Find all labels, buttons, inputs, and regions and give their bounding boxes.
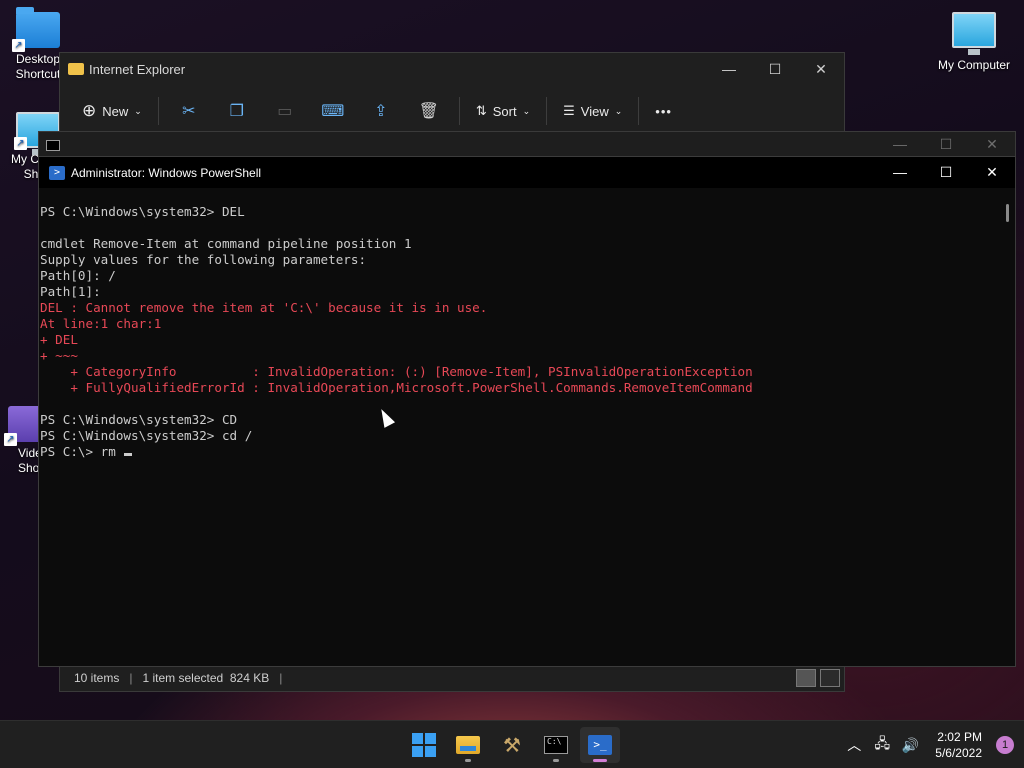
powershell-titlebar[interactable]: > Administrator: Windows PowerShell — ☐ …	[39, 157, 1015, 188]
my-computer-icon[interactable]: My Computer	[936, 12, 1012, 73]
selection-info: 1 item selected 824 KB	[142, 671, 270, 685]
text-cursor	[124, 453, 133, 456]
volume-icon[interactable]: 🔊	[901, 737, 919, 754]
console-scrollbar[interactable]	[999, 188, 1015, 666]
chevron-down-icon: ⌄	[614, 105, 623, 116]
toolbar-divider	[638, 97, 640, 125]
toolbar-divider	[458, 97, 460, 125]
console-line: PS C:\Windows\system32> CD	[40, 412, 238, 427]
clock-time: 2:02 PM	[937, 730, 982, 744]
copy-icon[interactable]: ❐	[223, 95, 251, 127]
close-button[interactable]: ✕	[969, 164, 1015, 181]
more-icon: •••	[655, 103, 672, 119]
shortcut-arrow-icon: ↗	[12, 39, 25, 52]
taskbar-command-prompt[interactable]: C:\	[536, 727, 576, 763]
console-error-line: At line:1 char:1	[40, 316, 162, 331]
command-prompt-icon: C:\	[544, 736, 568, 754]
delete-icon[interactable]: 🗑	[415, 95, 443, 127]
sort-button[interactable]: ⇅ Sort ⌄	[466, 95, 540, 127]
folder-icon	[68, 63, 84, 75]
folder-icon: ↗	[12, 7, 60, 52]
monitor-icon	[952, 12, 996, 55]
powershell-icon: >_	[588, 735, 612, 755]
chevron-up-icon[interactable]: ︿	[845, 735, 863, 755]
shortcut-arrow-icon: ↗	[4, 433, 17, 446]
chevron-down-icon: ⌄	[522, 105, 531, 116]
paste-icon[interactable]: ▭	[271, 95, 299, 127]
desktop-icon-label: My Computer	[937, 58, 1011, 72]
system-tray: ︿ 🖧 🔊 2:02 PM 5/6/2022 1	[845, 721, 1014, 768]
rename-icon[interactable]: ⌨	[319, 95, 347, 127]
maximize-button[interactable]: ☐	[752, 61, 798, 78]
console-line: cmdlet Remove-Item at command pipeline p…	[40, 236, 412, 251]
minimize-button[interactable]: —	[877, 164, 923, 181]
sort-button-label: Sort	[492, 103, 517, 119]
console-error-line: + DEL	[40, 332, 78, 347]
explorer-toolbar: ⊕ New ⌄ ✂ ❐ ▭ ⌨ ⇪ 🗑 ⇅ Sort ⌄ ☰ View ⌄ ••…	[60, 85, 844, 137]
console-error-line: + ~~~	[40, 348, 78, 363]
command-prompt-icon	[46, 140, 60, 151]
console-output[interactable]: PS C:\Windows\system32> DEL cmdlet Remove…	[39, 188, 999, 666]
new-button-label: New	[102, 103, 129, 119]
console-line: PS C:\Windows\system32> DEL	[40, 204, 245, 219]
explorer-titlebar[interactable]: Internet Explorer — ☐ ✕	[60, 53, 844, 85]
powershell-window[interactable]: > Administrator: Windows PowerShell — ☐ …	[38, 156, 1016, 667]
maximize-button[interactable]: ☐	[923, 164, 969, 181]
console-error-line: + FullyQualifiedErrorId : InvalidOperati…	[40, 380, 753, 395]
console-line: PS C:\Windows\system32> cd /	[40, 428, 253, 443]
plus-circle-icon: ⊕	[82, 101, 97, 120]
new-button[interactable]: ⊕ New ⌄	[72, 95, 152, 127]
minimize-button[interactable]: —	[706, 61, 752, 78]
status-separator: |	[279, 671, 283, 685]
windows-logo-icon	[412, 733, 436, 757]
powershell-title: Administrator: Windows PowerShell	[71, 165, 262, 180]
toolbar-divider	[546, 97, 548, 125]
share-icon[interactable]: ⇪	[367, 95, 395, 127]
tools-icon: ⚒	[503, 734, 521, 757]
running-indicator	[553, 759, 559, 762]
console-prompt-line: PS C:\> rm	[40, 444, 999, 460]
explorer-status-bar: 10 items | 1 item selected 824 KB |	[60, 665, 844, 691]
toolbar-divider	[157, 97, 159, 125]
sort-icon: ⇅	[475, 103, 487, 118]
clock-date: 5/6/2022	[935, 746, 982, 760]
file-explorer-icon	[456, 736, 480, 754]
running-indicator	[465, 759, 471, 762]
clock[interactable]: 2:02 PM 5/6/2022	[935, 729, 982, 761]
console-error-line: + CategoryInfo : InvalidOperation: (:) […	[40, 364, 753, 379]
explorer-title: Internet Explorer	[89, 61, 186, 77]
details-view-toggle[interactable]	[796, 669, 816, 687]
powershell-icon: >	[49, 165, 65, 180]
minimize-button[interactable]: —	[877, 136, 923, 153]
close-button[interactable]: ✕	[798, 61, 844, 78]
view-button-label: View	[580, 103, 609, 119]
notification-badge[interactable]: 1	[996, 736, 1014, 754]
network-icon[interactable]: 🖧	[873, 733, 891, 757]
view-button[interactable]: ☰ View ⌄	[553, 95, 632, 127]
taskbar-tools[interactable]: ⚒	[492, 727, 532, 763]
active-indicator	[593, 759, 607, 762]
taskbar-file-explorer[interactable]	[448, 727, 488, 763]
console-error-line: DEL : Cannot remove the item at 'C:\' be…	[40, 300, 488, 315]
console-line: Path[1]:	[40, 284, 101, 299]
scrollbar-thumb[interactable]	[1006, 204, 1009, 222]
shortcut-arrow-icon: ↗	[14, 137, 27, 150]
view-list-icon: ☰	[563, 103, 575, 118]
more-options-button[interactable]: •••	[645, 95, 682, 127]
console-line: Supply values for the following paramete…	[40, 252, 367, 267]
start-button[interactable]	[404, 727, 444, 763]
taskbar: ⚒ C:\ >_ ︿ 🖧 🔊 2:02 PM 5/6/2022 1	[0, 720, 1024, 768]
status-separator: |	[129, 671, 133, 685]
taskbar-powershell[interactable]: >_	[580, 727, 620, 763]
chevron-down-icon: ⌄	[134, 105, 142, 116]
console-line: Path[0]: /	[40, 268, 116, 283]
tiles-view-toggle[interactable]	[820, 669, 840, 687]
item-count: 10 items	[74, 671, 120, 685]
close-button[interactable]: ✕	[969, 136, 1015, 153]
maximize-button[interactable]: ☐	[923, 136, 969, 153]
cut-icon[interactable]: ✂	[175, 95, 203, 127]
